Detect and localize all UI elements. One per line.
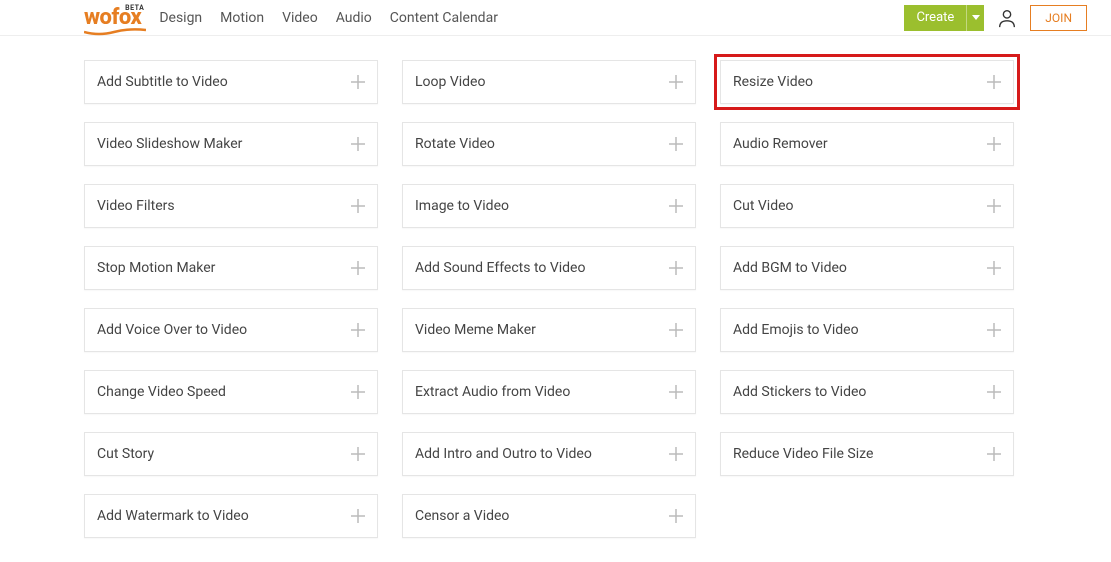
- tool-label: Video Slideshow Maker: [97, 136, 242, 152]
- tool-card[interactable]: Add Intro and Outro to Video: [402, 432, 696, 476]
- tool-card[interactable]: Add Stickers to Video: [720, 370, 1014, 414]
- user-icon[interactable]: [996, 7, 1018, 29]
- tool-label: Resize Video: [733, 74, 813, 90]
- tool-card[interactable]: Add Emojis to Video: [720, 308, 1014, 352]
- nav-item-design[interactable]: Design: [159, 10, 202, 26]
- tool-label: Add Voice Over to Video: [97, 322, 247, 338]
- plus-icon: [987, 261, 1001, 275]
- plus-icon: [351, 261, 365, 275]
- plus-icon: [351, 447, 365, 461]
- header-right: Create JOIN: [904, 5, 1087, 31]
- logo[interactable]: wofox BETA: [84, 7, 141, 29]
- logo-swoosh-icon: [84, 28, 146, 36]
- header: wofox BETA Design Motion Video Audio Con…: [0, 0, 1111, 36]
- plus-icon: [987, 137, 1001, 151]
- tool-label: Add Stickers to Video: [733, 384, 866, 400]
- tool-grid: Add Subtitle to Video Loop Video Resize Vi…: [84, 60, 1027, 538]
- tool-label: Add BGM to Video: [733, 260, 847, 276]
- main-nav: Design Motion Video Audio Content Calend…: [159, 10, 498, 26]
- plus-icon: [669, 385, 683, 399]
- tool-label: Extract Audio from Video: [415, 384, 570, 400]
- tool-card[interactable]: Video Slideshow Maker: [84, 122, 378, 166]
- plus-icon: [669, 323, 683, 337]
- plus-icon: [669, 261, 683, 275]
- tool-card[interactable]: Censor a Video: [402, 494, 696, 538]
- tool-card[interactable]: Add BGM to Video: [720, 246, 1014, 290]
- tool-card[interactable]: Audio Remover: [720, 122, 1014, 166]
- tool-card[interactable]: Extract Audio from Video: [402, 370, 696, 414]
- tool-label: Cut Story: [97, 446, 154, 462]
- plus-icon: [351, 137, 365, 151]
- tool-card[interactable]: Add Watermark to Video: [84, 494, 378, 538]
- create-button-label: Create: [904, 5, 966, 31]
- nav-item-audio[interactable]: Audio: [336, 10, 372, 26]
- tool-card[interactable]: Cut Story: [84, 432, 378, 476]
- plus-icon: [351, 385, 365, 399]
- tool-label: Reduce Video File Size: [733, 446, 873, 462]
- tool-label: Stop Motion Maker: [97, 260, 215, 276]
- tool-card[interactable]: Cut Video: [720, 184, 1014, 228]
- tool-card[interactable]: Add Voice Over to Video: [84, 308, 378, 352]
- tool-label: Add Intro and Outro to Video: [415, 446, 592, 462]
- tool-card[interactable]: Change Video Speed: [84, 370, 378, 414]
- tool-card[interactable]: Rotate Video: [402, 122, 696, 166]
- tool-label: Video Meme Maker: [415, 322, 536, 338]
- chevron-down-icon: [972, 15, 980, 20]
- tool-card[interactable]: Add Sound Effects to Video: [402, 246, 696, 290]
- nav-item-content-calendar[interactable]: Content Calendar: [390, 10, 498, 26]
- tool-card[interactable]: Loop Video: [402, 60, 696, 104]
- tool-label: Change Video Speed: [97, 384, 226, 400]
- tool-label: Video Filters: [97, 198, 175, 214]
- plus-icon: [987, 75, 1001, 89]
- plus-icon: [351, 199, 365, 213]
- tool-card[interactable]: Stop Motion Maker: [84, 246, 378, 290]
- plus-icon: [351, 323, 365, 337]
- tool-label: Censor a Video: [415, 508, 509, 524]
- join-button[interactable]: JOIN: [1030, 5, 1087, 31]
- tool-label: Add Emojis to Video: [733, 322, 859, 338]
- create-button[interactable]: Create: [904, 5, 984, 31]
- plus-icon: [669, 447, 683, 461]
- nav-item-video[interactable]: Video: [282, 10, 318, 26]
- content: Add Subtitle to Video Loop Video Resize Vi…: [0, 36, 1111, 562]
- tool-card[interactable]: Video Filters: [84, 184, 378, 228]
- tool-card[interactable]: Reduce Video File Size: [720, 432, 1014, 476]
- plus-icon: [669, 199, 683, 213]
- plus-icon: [669, 509, 683, 523]
- create-dropdown-toggle[interactable]: [966, 5, 984, 31]
- tool-label: Rotate Video: [415, 136, 495, 152]
- tool-label: Audio Remover: [733, 136, 828, 152]
- tool-label: Add Watermark to Video: [97, 508, 249, 524]
- plus-icon: [987, 323, 1001, 337]
- tool-label: Add Sound Effects to Video: [415, 260, 585, 276]
- plus-icon: [669, 75, 683, 89]
- tool-card[interactable]: Image to Video: [402, 184, 696, 228]
- tool-label: Image to Video: [415, 198, 509, 214]
- plus-icon: [669, 137, 683, 151]
- plus-icon: [987, 447, 1001, 461]
- plus-icon: [351, 509, 365, 523]
- tool-card[interactable]: Resize Video: [720, 60, 1014, 104]
- tool-label: Cut Video: [733, 198, 794, 214]
- plus-icon: [351, 75, 365, 89]
- tool-label: Add Subtitle to Video: [97, 74, 228, 90]
- tool-card[interactable]: Add Subtitle to Video: [84, 60, 378, 104]
- nav-item-motion[interactable]: Motion: [220, 10, 264, 26]
- plus-icon: [987, 385, 1001, 399]
- tool-card[interactable]: Video Meme Maker: [402, 308, 696, 352]
- tool-label: Loop Video: [415, 74, 485, 90]
- plus-icon: [987, 199, 1001, 213]
- logo-beta: BETA: [125, 4, 144, 12]
